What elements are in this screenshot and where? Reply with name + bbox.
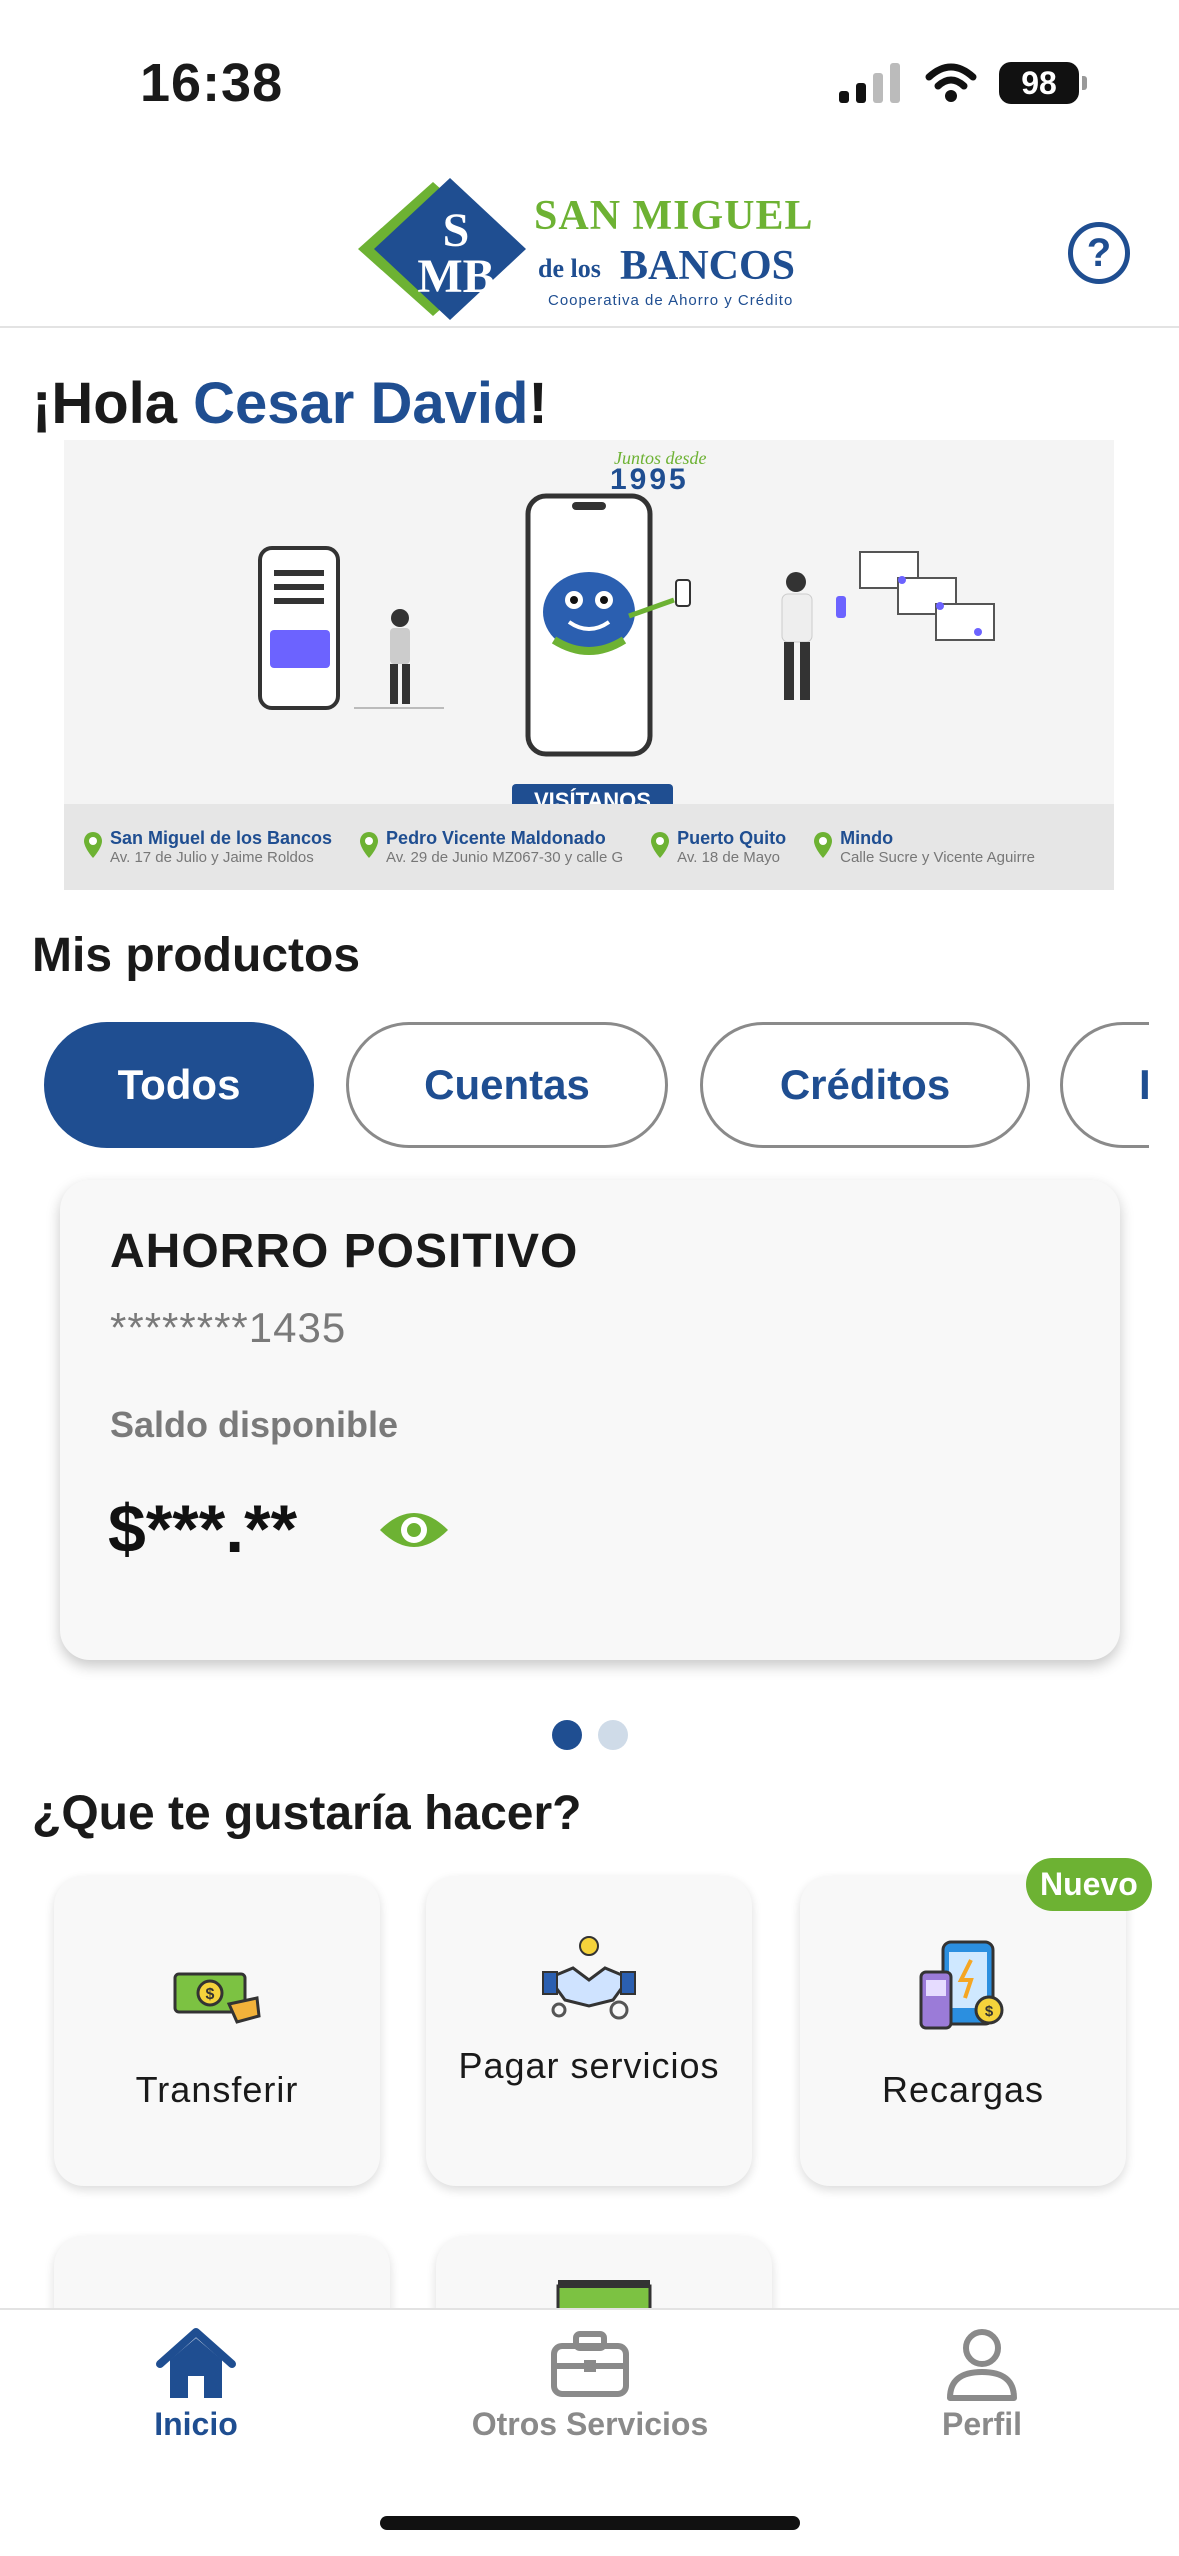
phone-recharge-icon: $: [919, 1940, 1004, 2030]
account-card[interactable]: AHORRO POSITIVO ********1435 Saldo dispo…: [60, 1180, 1120, 1660]
promo-banner[interactable]: Juntos desde 1995 VISÍTANOS San Miguel d…: [64, 440, 1114, 890]
greeting: ¡Hola Cesar David!: [32, 370, 548, 437]
filter-chip-creditos[interactable]: Créditos: [700, 1022, 1030, 1148]
account-number: ********1435: [110, 1304, 347, 1351]
branch-name: Puerto Quito: [677, 828, 787, 848]
branches-list: San Miguel de los Bancos Av. 17 de Julio …: [64, 804, 1114, 890]
carousel-pager: [552, 1720, 628, 1750]
app-header: S MB SAN MIGUEL de los BANCOS Cooperativ…: [0, 150, 1179, 328]
branch-address: Av. 18 de Mayo: [677, 849, 780, 866]
products-title: Mis productos: [32, 929, 361, 982]
action-pagar-servicios[interactable]: Pagar servicios: [426, 1876, 752, 2186]
new-badge: Nuevo: [1026, 1858, 1152, 1911]
location-pin-icon: [84, 832, 102, 858]
wifi-icon: [925, 63, 977, 102]
logo: S MB SAN MIGUEL de los BANCOS Cooperativ…: [358, 174, 818, 324]
nav-otros-servicios[interactable]: Otros Servicios: [440, 2326, 740, 2443]
branch-item: San Miguel de los Bancos Av. 17 de Julio …: [84, 828, 332, 866]
status-time: 16:38: [140, 53, 284, 113]
actions-title: ¿Que te gustaría hacer?: [32, 1787, 582, 1840]
briefcase-icon: [551, 2331, 629, 2397]
branch-address: Calle Sucre y Vicente Aguirre: [840, 849, 1035, 866]
status-icons: 98: [839, 62, 1087, 104]
pager-dot[interactable]: [598, 1720, 628, 1750]
greeting-name: Cesar David: [193, 371, 529, 436]
home-indicator[interactable]: [380, 2516, 800, 2530]
branch-item: Mindo Calle Sucre y Vicente Aguirre: [814, 828, 1035, 866]
logo-tagline: Cooperativa de Ahorro y Crédito: [548, 292, 794, 309]
svg-text:MB: MB: [417, 250, 494, 303]
eye-icon[interactable]: [378, 1502, 450, 1558]
nav-label: Otros Servicios: [471, 2406, 709, 2442]
greeting-suffix: !: [528, 371, 548, 436]
nav-perfil[interactable]: Perfil: [832, 2326, 1132, 2443]
svg-text:$: $: [985, 2003, 994, 2020]
branch-item: Puerto Quito Av. 18 de Mayo: [651, 828, 786, 866]
balance-value: $***.**: [108, 1491, 298, 1567]
home-icon: [156, 2328, 236, 2398]
account-name: AHORRO POSITIVO: [110, 1225, 579, 1278]
filter-chip-todos[interactable]: Todos: [44, 1022, 314, 1148]
user-icon: [947, 2329, 1017, 2401]
battery-indicator: 98: [999, 62, 1087, 104]
location-pin-icon: [814, 832, 833, 858]
branch-address: Av. 17 de Julio y Jaime Roldos: [110, 849, 314, 866]
nav-label: Inicio: [154, 2406, 238, 2442]
logo-line2a: de los: [538, 254, 601, 283]
product-filter-chips: Todos Cuentas Créditos I: [44, 1022, 1149, 1152]
action-label: Transferir: [135, 2069, 299, 2110]
branch-address: Av. 29 de Junio MZ067-30 y calle G: [386, 849, 624, 866]
nav-label: Perfil: [941, 2406, 1023, 2442]
logo-line1: SAN MIGUEL: [534, 193, 814, 239]
filter-chip-cuentas[interactable]: Cuentas: [346, 1022, 668, 1148]
handshake-services-icon: [542, 1936, 636, 2020]
filter-chip-more[interactable]: I: [1060, 1022, 1149, 1148]
action-label: Recargas: [881, 2069, 1045, 2110]
location-pin-icon: [651, 832, 670, 858]
nav-inicio[interactable]: Inicio: [46, 2326, 346, 2443]
svg-text:$: $: [206, 1986, 215, 2003]
branch-item: Pedro Vicente Maldonado Av. 29 de Junio M…: [360, 828, 623, 866]
branch-name: Mindo: [840, 828, 894, 848]
since-badge: Juntos desde 1995: [584, 448, 706, 497]
balance-label: Saldo disponible: [110, 1404, 399, 1445]
status-bar: 16:38 98: [0, 0, 1179, 150]
action-transferir[interactable]: $ Transferir: [54, 1876, 380, 2186]
pager-dot-active[interactable]: [552, 1720, 582, 1750]
location-pin-icon: [360, 832, 379, 858]
branch-name: San Miguel de los Bancos: [110, 828, 333, 848]
branch-name: Pedro Vicente Maldonado: [386, 828, 606, 848]
help-icon[interactable]: ?: [1068, 222, 1130, 284]
signal-icon: [839, 63, 900, 103]
logo-line2b: BANCOS: [620, 243, 796, 289]
greeting-prefix: ¡Hola: [32, 371, 194, 436]
money-transfer-icon: $: [173, 1972, 261, 2024]
action-recargas[interactable]: $ Recargas: [800, 1876, 1126, 2186]
action-label: Pagar servicios: [458, 2045, 720, 2086]
